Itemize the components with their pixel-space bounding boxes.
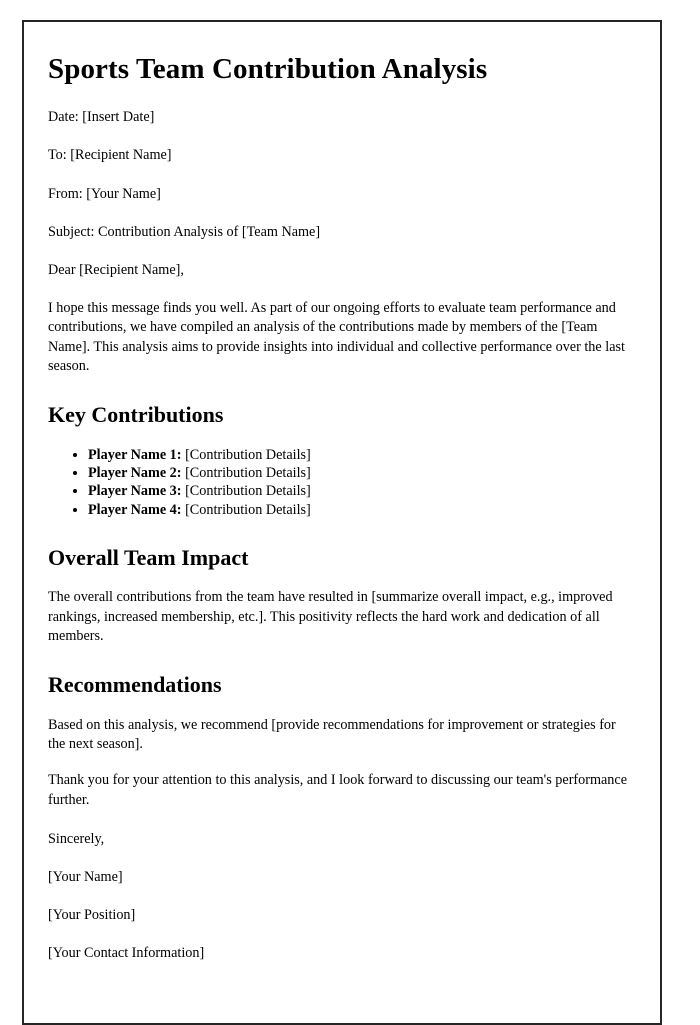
signature-position: [Your Position] xyxy=(48,907,136,924)
page-title: Sports Team Contribution Analysis xyxy=(48,53,488,85)
player-contribution-detail: [Contribution Details] xyxy=(185,483,311,500)
document-page: Sports Team Contribution Analysis Date: … xyxy=(22,20,662,1025)
meta-line-from: From: [Your Name] xyxy=(48,185,161,202)
player-contribution-detail: [Contribution Details] xyxy=(185,465,311,482)
list-item: Player Name 4: [Contribution Details] xyxy=(88,501,636,519)
overall-team-impact-paragraph: The overall contributions from the team … xyxy=(48,589,613,644)
meta-line-to: To: [Recipient Name] xyxy=(48,147,172,164)
player-name-label: Player Name 1: xyxy=(88,446,182,463)
valediction: Sincerely, xyxy=(48,830,105,847)
player-name-label: Player Name 4: xyxy=(88,501,182,518)
key-contributions-list: Player Name 1: [Contribution Details] Pl… xyxy=(48,446,636,519)
intro-paragraph: I hope this message finds you well. As p… xyxy=(48,300,625,375)
signature-name: [Your Name] xyxy=(48,869,123,886)
list-item: Player Name 3: [Contribution Details] xyxy=(88,482,636,500)
list-item: Player Name 2: [Contribution Details] xyxy=(88,464,636,482)
section-heading-overall-team-impact: Overall Team Impact xyxy=(48,544,249,570)
meta-line-subject: Subject: Contribution Analysis of [Team … xyxy=(48,223,321,240)
salutation: Dear [Recipient Name], xyxy=(48,261,184,278)
section-heading-key-contributions: Key Contributions xyxy=(48,402,224,428)
signature-contact: [Your Contact Information] xyxy=(48,945,205,962)
player-contribution-detail: [Contribution Details] xyxy=(185,501,311,518)
list-item: Player Name 1: [Contribution Details] xyxy=(88,446,636,464)
meta-line-date: Date: [Insert Date] xyxy=(48,109,155,126)
player-name-label: Player Name 2: xyxy=(88,465,182,482)
player-name-label: Player Name 3: xyxy=(88,483,182,500)
section-heading-recommendations: Recommendations xyxy=(48,672,222,698)
document-body: Sports Team Contribution Analysis Date: … xyxy=(48,52,636,964)
recommendations-paragraph: Based on this analysis, we recommend [pr… xyxy=(48,716,616,752)
closing-thanks-paragraph: Thank you for your attention to this ana… xyxy=(48,772,627,808)
player-contribution-detail: [Contribution Details] xyxy=(185,446,311,463)
